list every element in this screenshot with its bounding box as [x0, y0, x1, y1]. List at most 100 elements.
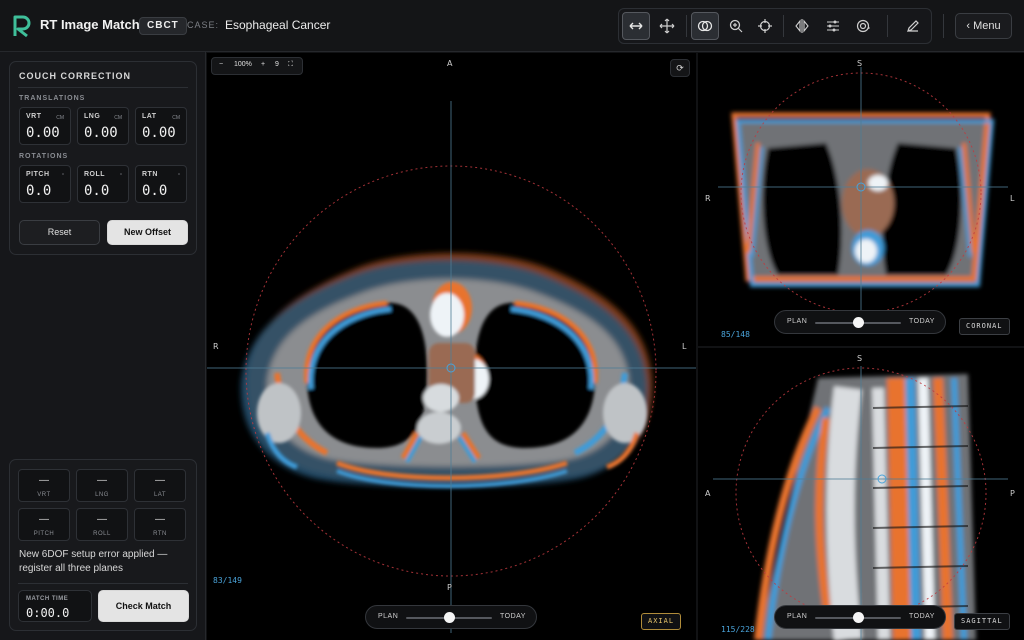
coronal-image[interactable] [698, 53, 1024, 346]
coronal-blend-today-label: TODAY [909, 318, 935, 325]
overlay-blend-icon [697, 20, 713, 32]
roll-value: 0.0 [84, 183, 110, 199]
axial-blend-knob[interactable] [443, 612, 455, 623]
axial-blend-today-label: TODAY [500, 613, 526, 620]
axial-viewport[interactable]: − 100% + 9 ⛶ ⟳ A P R L 83/149 PLAN TODAY… [207, 53, 696, 640]
couch-correction-card: COUCH CORRECTION TRANSLATIONS VRT CM 0.0… [9, 61, 197, 255]
match-rtn-cell: — RTN [134, 508, 186, 541]
coronal-orient-top: S [857, 59, 863, 68]
horizontal-move-tool[interactable] [622, 12, 650, 40]
pitch-label: PITCH [26, 171, 50, 178]
sagittal-slice-counter: 115/228 [721, 625, 755, 634]
match-rtn-label: RTN [153, 531, 167, 537]
match-roll-value: — [97, 514, 107, 525]
match-lng-value: — [97, 475, 107, 486]
overlay-blend-tool[interactable] [691, 12, 719, 40]
flip-tool[interactable] [788, 12, 816, 40]
pan-icon [659, 18, 675, 34]
case-label: CASE: [187, 20, 220, 30]
zoom-icon [729, 19, 743, 33]
pitch-unit: ° [62, 173, 64, 179]
zoom-in-button[interactable]: + [261, 61, 265, 68]
roll-label: ROLL [84, 171, 106, 178]
coronal-blend-plan-label: PLAN [787, 318, 808, 325]
lat-unit: CM [172, 115, 180, 121]
case-name: Esophageal Cancer [225, 18, 331, 32]
sagittal-blend-slider[interactable]: PLAN TODAY [774, 605, 946, 629]
axial-plane-badge[interactable]: AXIAL [641, 613, 682, 630]
rotations-label: ROTATIONS [19, 153, 69, 160]
sagittal-blend-plan-label: PLAN [787, 613, 808, 620]
rtn-field[interactable]: RTN ° 0.0 [135, 165, 187, 203]
sagittal-orient-top: S [857, 354, 863, 363]
zoom-extra-value: 9 [275, 61, 279, 68]
match-roll-label: ROLL [93, 531, 111, 537]
sagittal-image[interactable] [698, 348, 1024, 640]
pan-tool[interactable] [653, 12, 681, 40]
match-vrt-label: VRT [37, 492, 51, 498]
axial-image[interactable] [207, 53, 696, 640]
menu-button[interactable]: ‹ Menu [955, 13, 1012, 39]
lat-value: 0.00 [142, 125, 176, 141]
flip-icon [795, 19, 809, 33]
app-title: RT Image Match [40, 17, 140, 32]
match-pitch-value: — [39, 514, 49, 525]
pen-icon [907, 20, 919, 32]
match-card: — VRT — LNG — LAT — PITCH — ROLL — RTN N… [9, 459, 197, 631]
fit-screen-icon[interactable]: ⛶ [288, 61, 293, 69]
roll-field[interactable]: ROLL ° 0.0 [77, 165, 129, 203]
axial-orient-top: A [447, 59, 453, 68]
match-time-box: MATCH TIME 0:00.0 [18, 590, 92, 622]
sagittal-viewport[interactable]: S A P 115/228 PLAN TODAY SAGITTAL [698, 348, 1024, 640]
pen-tool[interactable] [899, 12, 927, 40]
app-logo-icon [13, 15, 31, 38]
coronal-plane-badge[interactable]: CORONAL [959, 318, 1010, 335]
coronal-orient-left: R [705, 194, 711, 203]
coronal-blend-slider[interactable]: PLAN TODAY [774, 310, 946, 334]
rtn-unit: ° [178, 173, 180, 179]
coronal-orient-right: L [1010, 194, 1015, 203]
crosshair-tool[interactable] [751, 12, 779, 40]
reset-button[interactable]: Reset [19, 220, 100, 245]
coronal-viewport[interactable]: S R L 85/148 PLAN TODAY CORONAL [698, 53, 1024, 346]
match-vrt-value: — [39, 475, 49, 486]
zoom-out-button[interactable]: − [219, 61, 223, 68]
top-bar: RT Image Match CBCT CASE: Esophageal Can… [0, 0, 1024, 52]
match-time-value: 0:00.0 [26, 606, 70, 620]
lng-field[interactable]: LNG CM 0.00 [77, 107, 129, 145]
coronal-blend-knob[interactable] [852, 317, 864, 328]
vrt-field[interactable]: VRT CM 0.00 [19, 107, 71, 145]
rtn-value: 0.0 [142, 183, 168, 199]
match-pitch-label: PITCH [33, 531, 55, 537]
sagittal-plane-badge[interactable]: SAGITTAL [954, 613, 1010, 630]
contour-tool[interactable] [849, 12, 877, 40]
sagittal-blend-knob[interactable] [852, 612, 864, 623]
translations-label: TRANSLATIONS [19, 95, 86, 102]
axial-orient-right: L [682, 342, 687, 351]
window-level-icon [827, 20, 839, 32]
horizontal-move-icon [629, 22, 643, 30]
roll-unit: ° [120, 173, 122, 179]
sagittal-blend-today-label: TODAY [909, 613, 935, 620]
rtn-label: RTN [142, 171, 158, 178]
new-offset-button[interactable]: New Offset [107, 220, 188, 245]
zoom-tool[interactable] [722, 12, 750, 40]
match-status-message: New 6DOF setup error applied — register … [19, 549, 168, 574]
axial-blend-plan-label: PLAN [378, 613, 399, 620]
modality-badge[interactable]: CBCT [139, 17, 187, 35]
contour-icon [856, 19, 870, 33]
axial-blend-slider[interactable]: PLAN TODAY [365, 605, 537, 629]
window-level-tool[interactable] [819, 12, 847, 40]
lat-label: LAT [142, 113, 157, 120]
check-match-button[interactable]: Check Match [98, 590, 189, 622]
lng-label: LNG [84, 113, 101, 120]
match-lat-label: LAT [153, 492, 167, 498]
lat-field[interactable]: LAT CM 0.00 [135, 107, 187, 145]
reset-view-icon[interactable]: ⟳ [670, 59, 690, 77]
match-lng-cell: — LNG [76, 469, 128, 502]
pitch-field[interactable]: PITCH ° 0.0 [19, 165, 71, 203]
coronal-slice-counter: 85/148 [721, 330, 750, 339]
match-lat-cell: — LAT [134, 469, 186, 502]
match-roll-cell: — ROLL [76, 508, 128, 541]
zoom-level: 100% [234, 61, 252, 68]
